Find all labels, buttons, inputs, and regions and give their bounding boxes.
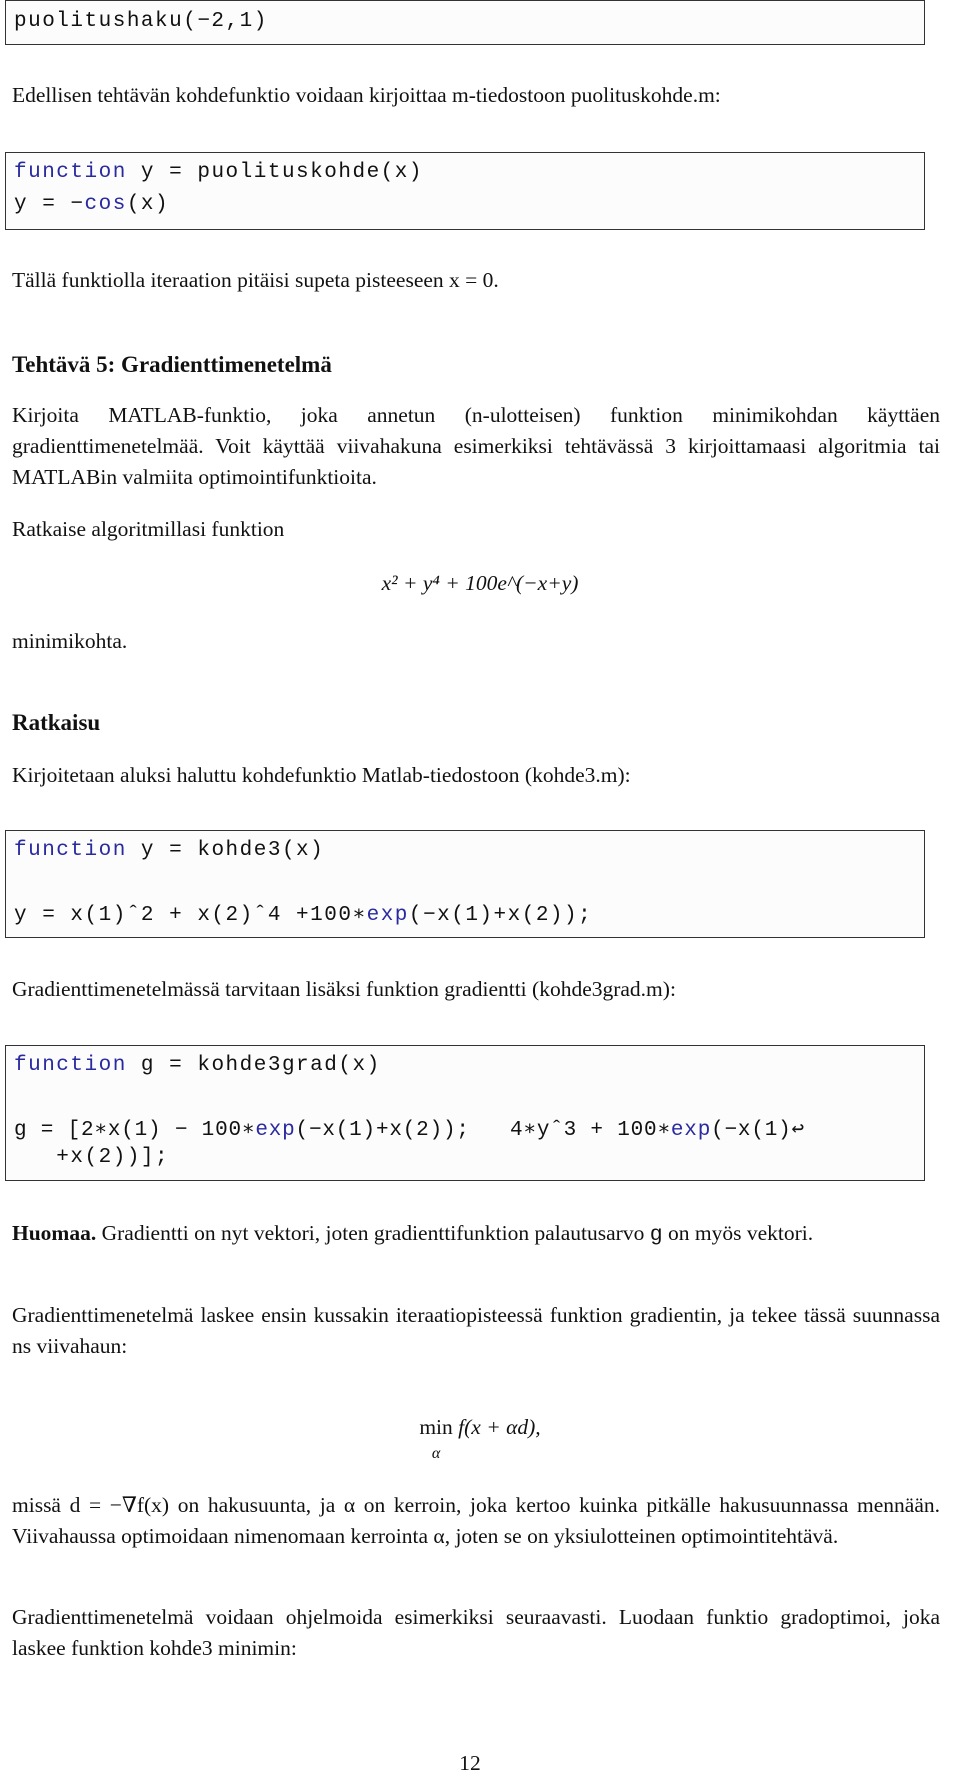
subscript: α: [431, 1445, 441, 1462]
note-label: Huomaa.: [12, 1221, 97, 1245]
code-text: (x): [126, 193, 170, 216]
document-page: puolitushaku(−2,1) Edellisen tehtävän ko…: [0, 0, 960, 1780]
code-block-3: function y = kohde3(x) y = x(1)ˆ2 + x(2)…: [5, 830, 925, 938]
code-line: puolitushaku(−2,1): [14, 10, 268, 33]
keyword: exp: [670, 1119, 712, 1142]
page-number: 12: [459, 1751, 481, 1775]
paragraph: Edellisen tehtävän kohdefunktio voidaan …: [12, 83, 721, 107]
code-line: g = [2∗x(1) − 100∗exp(−x(1)+x(2)); 4∗yˆ3…: [14, 1116, 805, 1142]
code-line: +x(2))];: [14, 1146, 170, 1169]
paragraph: Gradienttimenetelmä voidaan ohjelmoida e…: [12, 1605, 940, 1660]
keyword: exp: [255, 1119, 296, 1142]
code-text: g = [2∗x(1) − 100∗: [14, 1119, 256, 1142]
keyword: cos: [84, 193, 127, 216]
paragraph: Tällä funktiolla iteraation pitäisi supe…: [12, 268, 499, 292]
paragraph: Kirjoita MATLAB-funktio, joka annetun (n…: [12, 403, 940, 489]
code-text: (−x(1)+x(2)); 4∗yˆ3 + 100∗: [295, 1119, 671, 1142]
paragraph: Huomaa. Gradientti on nyt vektori, joten…: [12, 1218, 940, 1251]
keyword: function: [14, 161, 127, 184]
keyword: function: [14, 839, 127, 862]
expression: f(x + αd),: [458, 1415, 541, 1439]
code-line: function y = puolituskohde(x): [14, 161, 423, 184]
code-line: y = −cos(x): [14, 193, 169, 216]
formula: x² + y⁴ + 100e^(−x+y): [381, 571, 579, 595]
code-text: y = puolituskohde(x): [126, 161, 423, 184]
code-block-2: function y = puolituskohde(x) y = −cos(x…: [5, 152, 925, 230]
formula: min α f(x + αd),: [0, 1415, 960, 1466]
code-line: function g = kohde3grad(x): [14, 1054, 381, 1077]
code-text: g = kohde3grad(x): [126, 1054, 381, 1077]
min-operator: min: [419, 1415, 453, 1439]
code-text: y = −: [14, 193, 85, 216]
code-text: (−x(1)↩: [711, 1119, 805, 1142]
code-line: function y = kohde3(x): [14, 839, 324, 862]
paragraph: Gradienttimenetelmä laskee ensin kussaki…: [12, 1303, 940, 1358]
paragraph: minimikohta.: [12, 629, 128, 653]
keyword: function: [14, 1054, 127, 1077]
code-line: y = x(1)ˆ2 + x(2)ˆ4 +100∗exp(−x(1)+x(2))…: [14, 901, 592, 927]
code-block-4: function g = kohde3grad(x) g = [2∗x(1) −…: [5, 1045, 925, 1181]
paragraph: missä d = −∇f(x) on hakusuunta, ja α on …: [12, 1493, 940, 1548]
paragraph: Gradienttimenetelmässä tarvitaan lisäksi…: [12, 977, 676, 1001]
inline-code: g: [649, 1223, 663, 1247]
text: Gradientti on nyt vektori, joten gradien…: [96, 1221, 650, 1245]
code-text: y = kohde3(x): [126, 839, 325, 862]
paragraph: Kirjoitetaan aluksi haluttu kohdefunktio…: [12, 763, 631, 787]
code-block-1: puolitushaku(−2,1): [5, 0, 925, 45]
paragraph: Ratkaise algoritmillasi funktion: [12, 517, 285, 541]
keyword: exp: [366, 904, 409, 927]
section-heading: Ratkaisu: [12, 710, 101, 735]
text: on myös vektori.: [662, 1221, 814, 1245]
code-text: y = x(1)ˆ2 + x(2)ˆ4 +100∗: [14, 904, 367, 927]
section-heading: Tehtävä 5: Gradienttimenetelmä: [12, 352, 332, 377]
code-text: (−x(1)+x(2));: [408, 904, 593, 927]
